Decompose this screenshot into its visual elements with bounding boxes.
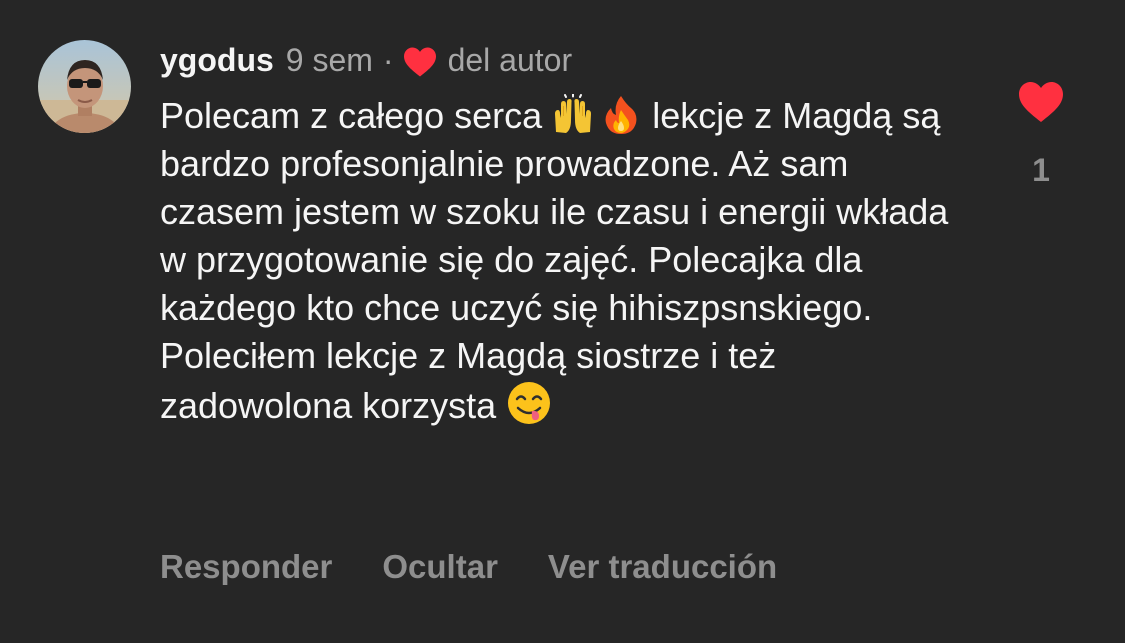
comment-text-part2: lekcje z Magdą są bardzo profesonjalnie …	[160, 95, 949, 426]
face-savoring-food-emoji-icon	[506, 380, 551, 424]
liked-by-author-label: del autor	[447, 41, 573, 78]
raising-hands-emoji-icon	[552, 93, 594, 136]
comment-text-part1: Polecam z całego serca	[160, 95, 543, 136]
comment-header: ygodus 9 sem · del autor	[160, 40, 572, 80]
comment-actions: Responder Ocultar Ver traducción	[160, 548, 777, 586]
author-heart-icon	[402, 46, 438, 78]
translate-button[interactable]: Ver traducción	[548, 548, 777, 586]
avatar[interactable]	[38, 40, 131, 133]
hide-button[interactable]: Ocultar	[382, 548, 498, 586]
fire-emoji-icon	[600, 94, 642, 136]
avatar-image	[38, 40, 131, 133]
comment-row: ygodus 9 sem · del autor Polecam z całeg…	[0, 0, 1125, 643]
like-button[interactable]	[1016, 80, 1066, 124]
separator-dot: ·	[382, 41, 394, 78]
timestamp: 9 sem	[285, 41, 373, 78]
comment-text: Polecam z całego serca lekcje z Magdą są…	[160, 92, 950, 430]
heart-filled-icon	[1019, 82, 1063, 122]
username[interactable]: ygodus	[160, 42, 274, 79]
like-count[interactable]: 1	[1000, 152, 1082, 189]
reply-button[interactable]: Responder	[160, 548, 332, 586]
